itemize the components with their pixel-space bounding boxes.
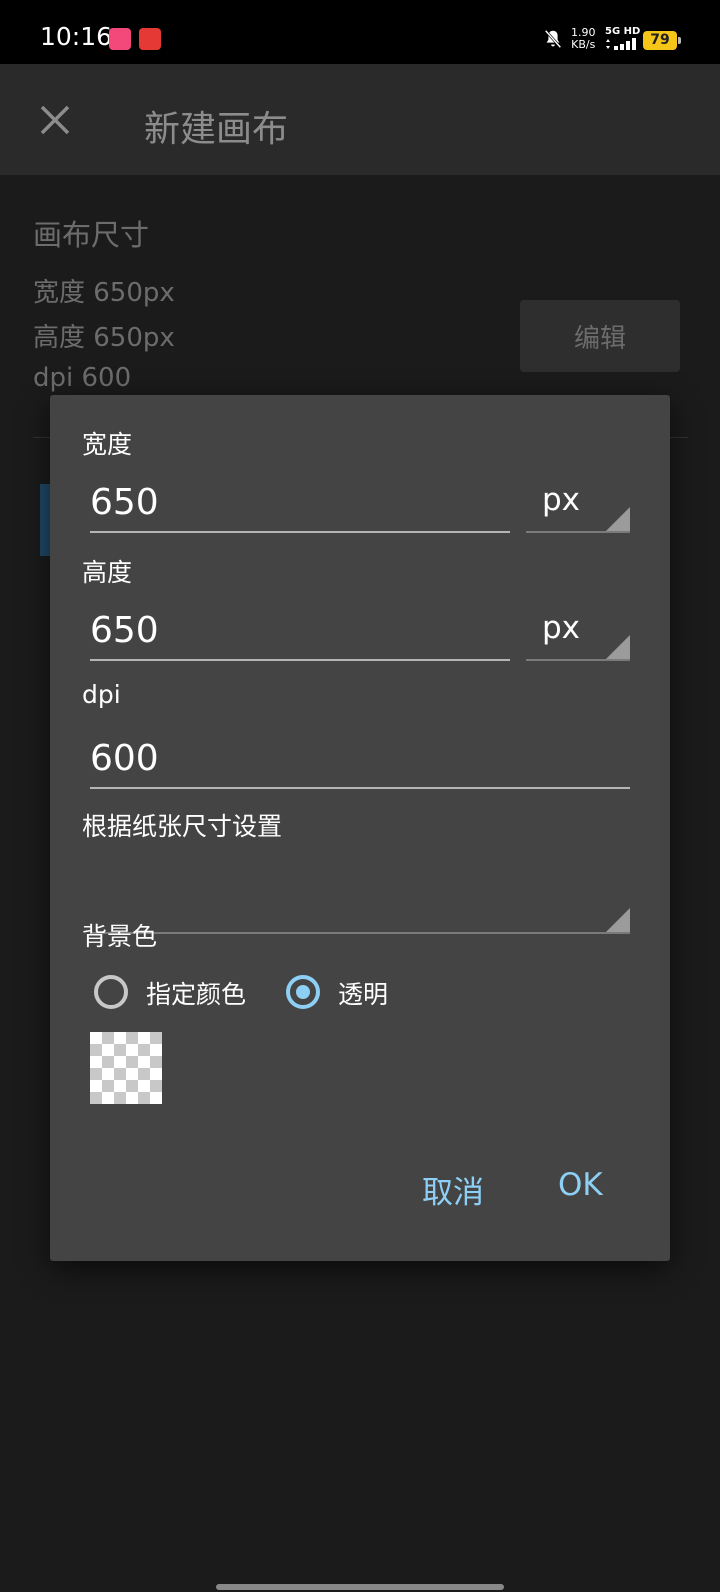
- height-input[interactable]: 650: [90, 603, 510, 661]
- close-icon[interactable]: [36, 101, 74, 139]
- radio-transparent[interactable]: [286, 975, 320, 1009]
- status-bar: 10:16 1.90 KB/s 5G HD 79: [0, 0, 720, 64]
- paper-size-select[interactable]: [90, 876, 630, 934]
- bell-muted-icon: [544, 29, 562, 49]
- dpi-label: dpi: [82, 680, 121, 709]
- app-bar: 新建画布: [0, 64, 720, 175]
- width-unit-select[interactable]: px: [526, 475, 630, 533]
- width-label: 宽度: [82, 430, 133, 459]
- dpi-summary: dpi 600: [33, 363, 132, 393]
- radio-transparent-label[interactable]: 透明: [338, 975, 388, 1011]
- radio-specify-color[interactable]: [94, 975, 128, 1009]
- dpi-input[interactable]: 600: [90, 731, 630, 789]
- cancel-button[interactable]: 取消: [422, 1167, 484, 1212]
- background-accent-bar: [40, 484, 50, 556]
- page-title: 新建画布: [144, 109, 289, 150]
- width-unit-value: px: [542, 482, 581, 518]
- ok-button[interactable]: OK: [558, 1167, 603, 1203]
- app-notification-icon: [109, 28, 131, 50]
- section-title: 画布尺寸: [33, 218, 150, 252]
- dropdown-arrow-icon: [606, 635, 630, 659]
- dropdown-arrow-icon: [606, 908, 630, 932]
- width-input[interactable]: 650: [90, 475, 510, 533]
- status-time: 10:16: [40, 22, 113, 51]
- background-color-label: 背景色: [82, 922, 158, 951]
- network-type: 5G HD: [605, 26, 641, 37]
- dropdown-arrow-icon: [606, 507, 630, 531]
- battery-indicator: 79: [643, 31, 681, 50]
- signal-icon: [606, 38, 636, 50]
- radio-specify-color-label[interactable]: 指定颜色: [146, 975, 246, 1011]
- network-speed-unit: KB/s: [571, 38, 596, 51]
- paper-size-label: 根据纸张尺寸设置: [82, 812, 283, 841]
- height-label: 高度: [82, 558, 133, 587]
- edit-button[interactable]: 编辑: [520, 300, 680, 372]
- height-unit-select[interactable]: px: [526, 603, 630, 661]
- navigation-handle[interactable]: [216, 1584, 504, 1590]
- transparent-swatch[interactable]: [90, 1032, 162, 1104]
- height-summary: 高度 650px: [33, 323, 175, 353]
- new-canvas-dialog: 宽度 650 px 高度 650 px dpi 600 根据纸张尺寸设置 背景色…: [50, 395, 670, 1261]
- network-speed: 1.90 KB/s: [571, 27, 596, 51]
- height-unit-value: px: [542, 610, 581, 646]
- app-notification-icon: [139, 28, 161, 50]
- width-summary: 宽度 650px: [33, 278, 175, 308]
